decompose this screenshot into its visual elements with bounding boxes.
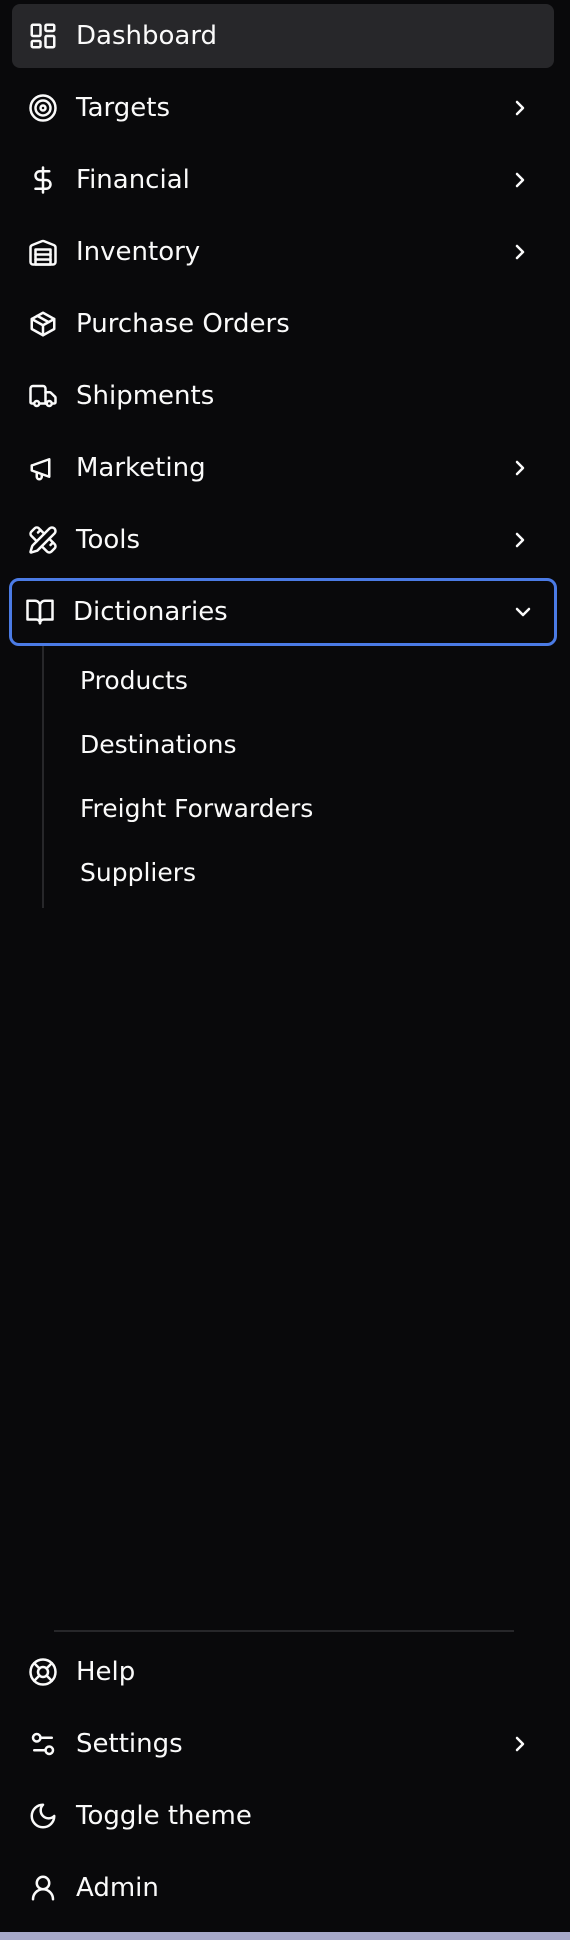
sidebar-item-label: Settings: [76, 1729, 183, 1759]
window-bottom-edge: [0, 1932, 570, 1940]
package-icon: [28, 309, 58, 339]
submenu-item-label: Destinations: [80, 729, 237, 759]
moon-icon: [28, 1801, 58, 1831]
submenu-item-label: Freight Forwarders: [80, 793, 314, 823]
sidebar-item-label: Shipments: [76, 381, 215, 411]
sidebar-item-label: Inventory: [76, 237, 201, 267]
dashboard-icon: [28, 21, 58, 51]
dictionaries-submenu: Products Destinations Freight Forwarders…: [42, 646, 542, 908]
sidebar-item-label: Dictionaries: [73, 597, 228, 627]
sidebar-item-label: Marketing: [76, 453, 206, 483]
chevron-right-icon: [508, 456, 532, 480]
sidebar: Dashboard Targets Financial Inventory Pu…: [0, 0, 570, 1932]
chevron-right-icon: [508, 240, 532, 264]
sidebar-item-marketing[interactable]: Marketing: [12, 436, 554, 500]
dollar-icon: [28, 165, 58, 195]
submenu-item-suppliers[interactable]: Suppliers: [66, 844, 536, 900]
sidebar-item-label: Admin: [76, 1873, 159, 1903]
target-icon: [28, 93, 58, 123]
sidebar-item-settings[interactable]: Settings: [12, 1712, 554, 1776]
submenu-item-label: Suppliers: [80, 857, 197, 887]
sidebar-item-admin[interactable]: Admin: [12, 1856, 554, 1920]
submenu-item-products[interactable]: Products: [66, 652, 536, 708]
chevron-right-icon: [508, 168, 532, 192]
sidebar-item-label: Tools: [76, 525, 141, 555]
sidebar-item-toggle-theme[interactable]: Toggle theme: [12, 1784, 554, 1848]
sidebar-item-dashboard[interactable]: Dashboard: [12, 4, 554, 68]
sidebar-item-label: Financial: [76, 165, 190, 195]
truck-icon: [28, 381, 58, 411]
megaphone-icon: [28, 453, 58, 483]
chevron-right-icon: [508, 1732, 532, 1756]
sidebar-item-inventory[interactable]: Inventory: [12, 220, 554, 284]
sidebar-item-help[interactable]: Help: [12, 1640, 554, 1704]
sidebar-item-tools[interactable]: Tools: [12, 508, 554, 572]
footer-divider: [54, 1630, 514, 1632]
sidebar-item-label: Toggle theme: [76, 1801, 252, 1831]
sidebar-item-purchase-orders[interactable]: Purchase Orders: [12, 292, 554, 356]
submenu-item-label: Products: [80, 665, 188, 695]
sidebar-item-label: Dashboard: [76, 21, 218, 51]
submenu-item-destinations[interactable]: Destinations: [66, 716, 536, 772]
sidebar-item-label: Help: [76, 1657, 136, 1687]
user-icon: [28, 1873, 58, 1903]
sidebar-item-targets[interactable]: Targets: [12, 76, 554, 140]
sidebar-item-label: Targets: [76, 93, 170, 123]
life-buoy-icon: [28, 1657, 58, 1687]
chevron-right-icon: [508, 96, 532, 120]
chevron-down-icon: [511, 600, 535, 624]
submenu-item-freight-forwarders[interactable]: Freight Forwarders: [66, 780, 536, 836]
sidebar-item-shipments[interactable]: Shipments: [12, 364, 554, 428]
sidebar-item-dictionaries[interactable]: Dictionaries: [9, 578, 557, 646]
settings-sliders-icon: [28, 1729, 58, 1759]
pencil-ruler-icon: [28, 525, 58, 555]
sidebar-item-financial[interactable]: Financial: [12, 148, 554, 212]
book-open-icon: [25, 597, 55, 627]
chevron-right-icon: [508, 528, 532, 552]
sidebar-item-label: Purchase Orders: [76, 309, 290, 339]
warehouse-icon: [28, 237, 58, 267]
